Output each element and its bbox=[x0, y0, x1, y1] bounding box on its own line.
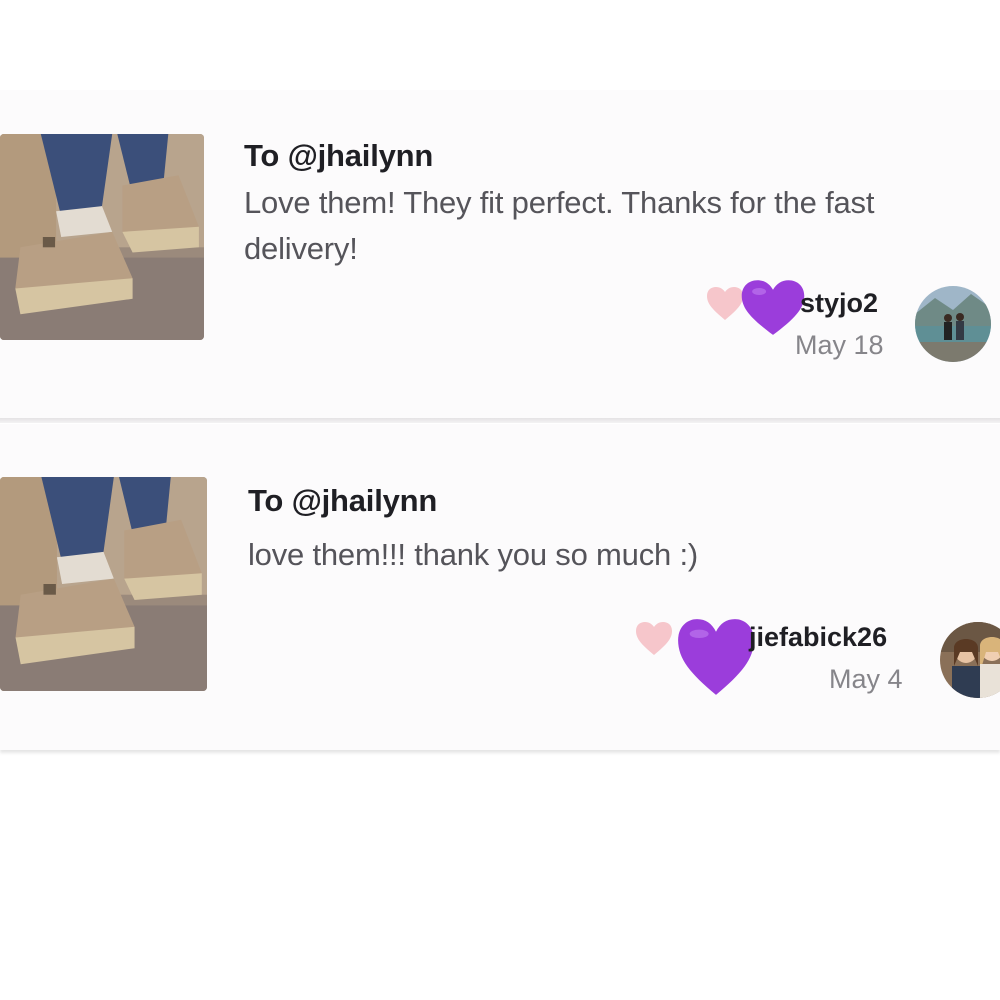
pink-heart-icon bbox=[636, 622, 672, 655]
review-message: love them!!! thank you so much :) bbox=[248, 537, 698, 572]
review-date: May 18 bbox=[795, 330, 884, 360]
reviewer-username[interactable]: styjo2 bbox=[800, 288, 878, 319]
recipient-line: To @jhailynn bbox=[248, 483, 438, 518]
reviewer-username[interactable]: jiefabick26 bbox=[749, 622, 887, 653]
purple-heart-icon bbox=[676, 617, 756, 697]
divider bbox=[0, 418, 1000, 423]
recipient-line: To @jhailynn bbox=[244, 138, 434, 173]
avatar[interactable] bbox=[940, 622, 1000, 698]
pink-heart-icon bbox=[707, 287, 743, 320]
like-button[interactable] bbox=[634, 621, 674, 657]
like-button[interactable] bbox=[705, 286, 745, 322]
review-message: Love them! They fit perfect. Thanks for … bbox=[244, 185, 875, 266]
review-date: May 4 bbox=[829, 664, 903, 694]
review-card[interactable]: To @jhailynn love them!!! thank you so m… bbox=[0, 424, 1000, 750]
purple-heart-icon bbox=[740, 278, 806, 338]
review-card[interactable]: To @jhailynn Love them! They fit perfect… bbox=[0, 90, 1000, 418]
avatar[interactable] bbox=[915, 286, 991, 362]
product-thumbnail[interactable] bbox=[0, 477, 207, 691]
product-thumbnail[interactable] bbox=[0, 134, 204, 340]
